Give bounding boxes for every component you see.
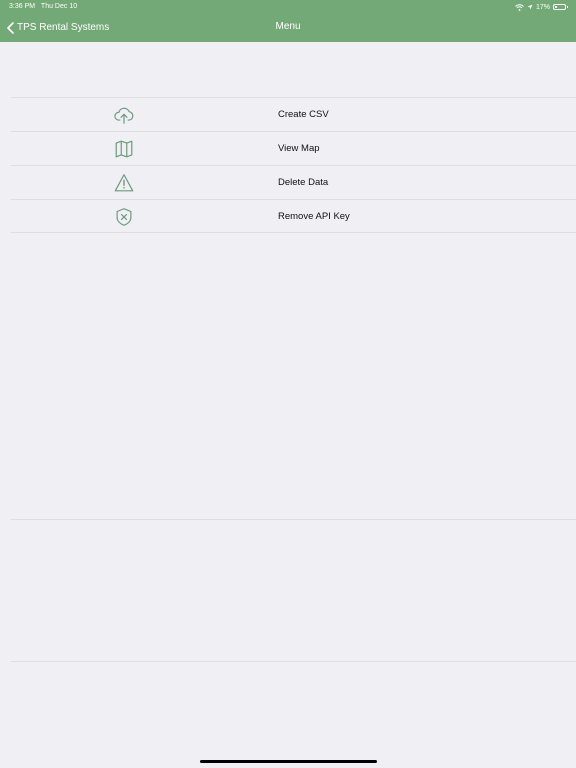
menu-item-remove-api-key[interactable]: Remove API Key xyxy=(11,200,576,234)
battery-percentage: 17% xyxy=(535,3,550,11)
menu-item-label: View Map xyxy=(278,143,320,154)
warning-triangle-icon xyxy=(114,174,134,192)
shield-x-icon xyxy=(116,208,132,226)
menu-item-create-csv[interactable]: Create CSV xyxy=(11,98,576,132)
menu-item-label: Delete Data xyxy=(278,177,329,188)
navigation-bar: 3:36 PM Thu Dec 10 17% TPS Rental System… xyxy=(0,0,576,42)
divider xyxy=(11,661,576,662)
status-date: Thu Dec 10 xyxy=(40,3,78,10)
status-time: 3:36 PM xyxy=(9,3,36,10)
divider xyxy=(11,232,576,233)
location-icon xyxy=(527,4,533,10)
map-icon xyxy=(115,140,133,158)
status-bar-time-date: 3:36 PM Thu Dec 10 xyxy=(9,3,77,11)
menu-item-delete-data[interactable]: Delete Data xyxy=(11,166,576,200)
battery-icon xyxy=(553,4,568,10)
wifi-icon xyxy=(515,3,524,11)
page-title: Menu xyxy=(275,21,301,32)
cloud-upload-icon xyxy=(114,107,134,124)
menu-item-label: Remove API Key xyxy=(278,211,350,222)
divider xyxy=(11,519,576,520)
status-bar-indicators: 17% xyxy=(515,2,568,12)
menu-item-view-map[interactable]: View Map xyxy=(11,132,576,166)
menu-item-label: Create CSV xyxy=(278,109,329,120)
home-indicator[interactable] xyxy=(200,760,377,763)
